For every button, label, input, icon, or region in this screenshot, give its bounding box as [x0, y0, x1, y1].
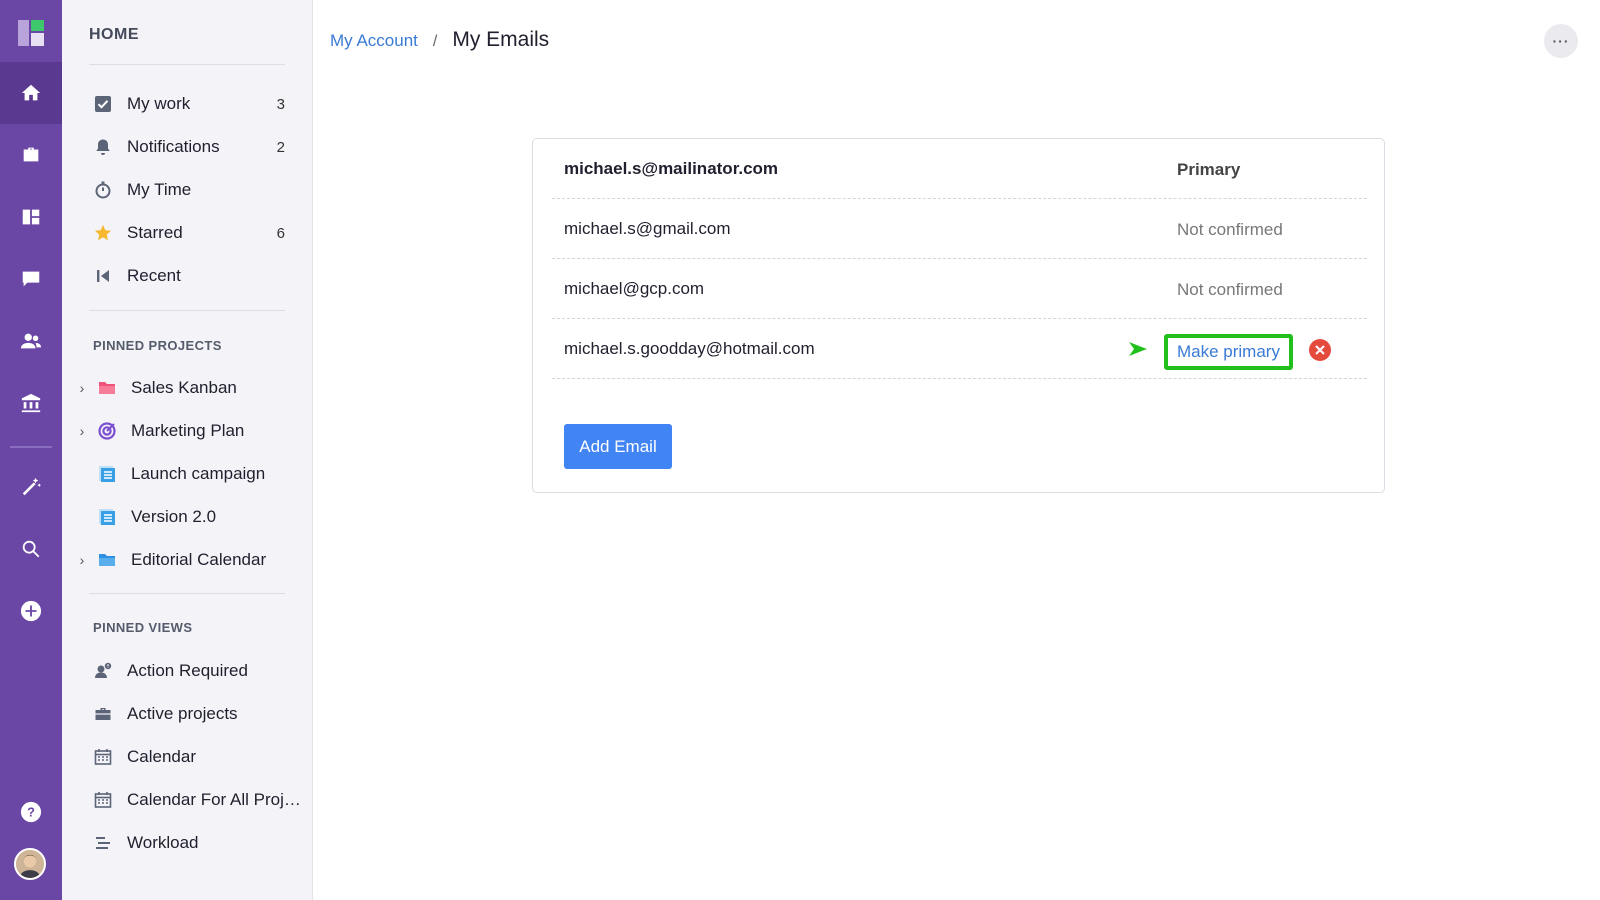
sidebar-divider [89, 593, 285, 594]
sidebar-item-label: My Time [127, 180, 192, 199]
briefcase-icon [93, 704, 113, 724]
target-icon [97, 421, 117, 441]
workload-icon [93, 833, 113, 853]
sidebar-divider [89, 310, 285, 311]
avatar[interactable] [14, 848, 46, 880]
list-icon [97, 507, 117, 527]
email-address: michael@gcp.com [564, 279, 705, 298]
rewind-icon [93, 266, 113, 286]
email-row: michael.s.goodday@hotmail.com Make prima… [552, 319, 1367, 379]
sidebar-item-label: Version 2.0 [131, 507, 217, 526]
star-icon [93, 223, 113, 243]
close-icon [1315, 345, 1325, 355]
breadcrumb: My Account / My Emails [330, 28, 549, 52]
sidebar-item-sales-kanban[interactable]: › Sales Kanban [75, 370, 297, 406]
calendar-icon [93, 790, 113, 810]
sidebar-item-label: Active projects [127, 704, 238, 723]
icon-rail: ? [0, 0, 62, 900]
sidebar-item-label: Launch campaign [131, 464, 266, 483]
sidebar-home-heading: HOME [89, 26, 139, 43]
sidebar-item-my-time[interactable]: My Time [89, 172, 311, 208]
sidebar-item-label: Recent [127, 266, 181, 285]
count-badge: 2 [276, 138, 285, 156]
sidebar-item-label: Calendar For All Proje... [127, 790, 305, 809]
folder-icon [97, 550, 117, 570]
briefcase-icon[interactable] [0, 124, 62, 186]
list-icon [97, 464, 117, 484]
home-icon[interactable] [0, 62, 62, 124]
count-badge: 6 [276, 224, 285, 242]
sidebar-item-action-required[interactable]: Action Required [89, 653, 311, 689]
email-address: michael.s.goodday@hotmail.com [564, 339, 815, 358]
chevron-right-icon[interactable]: › [75, 423, 89, 439]
count-badge: 3 [276, 95, 285, 113]
sidebar-divider [89, 64, 285, 65]
dashboard-icon[interactable] [0, 186, 62, 248]
sidebar-item-my-work[interactable]: My work 3 [89, 86, 311, 122]
emails-card: michael.s@mailinator.com Primary michael… [532, 138, 1385, 493]
bank-icon[interactable] [0, 372, 62, 434]
pinned-projects-heading: PINNED PROJECTS [93, 338, 222, 353]
email-address: michael.s@mailinator.com [564, 159, 779, 178]
user-alert-icon [93, 661, 113, 681]
magic-wand-icon[interactable] [0, 456, 62, 518]
calendar-icon [93, 747, 113, 767]
rail-divider [10, 446, 52, 448]
sidebar-item-label: Starred [127, 223, 183, 242]
sidebar-item-workload[interactable]: Workload [89, 825, 311, 861]
sidebar-item-editorial-calendar[interactable]: › Editorial Calendar [75, 542, 297, 578]
users-icon[interactable] [0, 310, 62, 372]
more-options-button[interactable]: ··· [1544, 24, 1578, 58]
delete-email-button[interactable] [1309, 339, 1331, 361]
sidebar: HOME My work 3 Notifications 2 My Time S… [62, 0, 313, 900]
search-icon[interactable] [0, 518, 62, 580]
stopwatch-icon [93, 180, 113, 200]
sidebar-item-launch-campaign[interactable]: Launch campaign [75, 456, 297, 492]
status-text: Not confirmed [1177, 280, 1283, 299]
sidebar-item-label: My work [127, 94, 191, 113]
sidebar-item-label: Sales Kanban [131, 378, 237, 397]
sidebar-item-label: Action Required [127, 661, 248, 680]
checkbox-icon [93, 94, 113, 114]
sidebar-item-label: Notifications [127, 137, 220, 156]
arrow-pointer-icon [1129, 342, 1147, 356]
help-icon[interactable]: ? [0, 781, 62, 843]
main-content: My Account / My Emails ··· michael.s@mai… [313, 0, 1600, 900]
add-icon[interactable] [0, 580, 62, 642]
sidebar-item-recent[interactable]: Recent [89, 258, 311, 294]
sidebar-item-marketing-plan[interactable]: › Marketing Plan [75, 413, 297, 449]
svg-text:?: ? [27, 805, 35, 820]
sidebar-item-calendar-all-projects[interactable]: Calendar For All Proje... [89, 782, 311, 818]
sidebar-item-label: Workload [127, 833, 199, 852]
chat-icon[interactable] [0, 248, 62, 310]
sidebar-item-version-2[interactable]: Version 2.0 [75, 499, 297, 535]
primary-badge: Primary [1177, 160, 1241, 179]
email-row: michael.s@gmail.com Not confirmed [552, 199, 1367, 259]
sidebar-item-notifications[interactable]: Notifications 2 [89, 129, 311, 165]
sidebar-item-label: Calendar [127, 747, 196, 766]
sidebar-item-calendar[interactable]: Calendar [89, 739, 311, 775]
email-row: michael@gcp.com Not confirmed [552, 259, 1367, 319]
folder-icon [97, 378, 117, 398]
email-row: michael.s@mailinator.com Primary [552, 139, 1367, 199]
breadcrumb-separator: / [432, 33, 438, 50]
sidebar-item-active-projects[interactable]: Active projects [89, 696, 311, 732]
pinned-views-heading: PINNED VIEWS [93, 620, 193, 635]
chevron-right-icon[interactable]: › [75, 552, 89, 568]
sidebar-item-label: Editorial Calendar [131, 550, 267, 569]
make-primary-link[interactable]: Make primary [1164, 334, 1293, 370]
email-address: michael.s@gmail.com [564, 219, 731, 238]
add-email-button[interactable]: Add Email [564, 424, 672, 469]
app-logo-icon[interactable] [18, 20, 44, 46]
sidebar-item-starred[interactable]: Starred 6 [89, 215, 311, 251]
page-title: My Emails [452, 28, 550, 51]
chevron-right-icon[interactable]: › [75, 380, 89, 396]
bell-icon [93, 137, 113, 157]
breadcrumb-link-my-account[interactable]: My Account [330, 31, 418, 51]
status-text: Not confirmed [1177, 220, 1283, 239]
sidebar-item-label: Marketing Plan [131, 421, 245, 440]
